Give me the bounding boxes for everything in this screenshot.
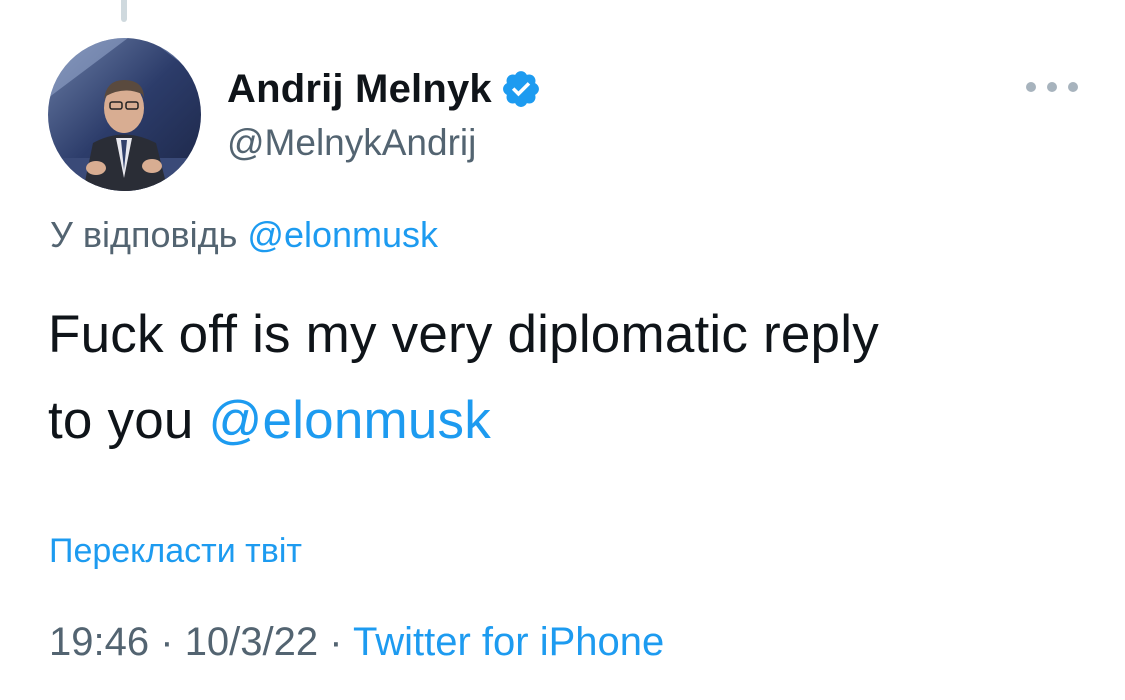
tweet-time[interactable]: 19:46 [49,620,149,664]
tweet-date[interactable]: 10/3/22 [185,620,318,664]
translate-tweet-link[interactable]: Перекласти твіт [49,532,302,571]
meta-separator: · [329,620,343,664]
author-name-row: Andrij Melnyk [227,62,542,116]
tweet-source-link[interactable]: Twitter for iPhone [353,620,664,664]
tweet-meta: 19:46 · 10/3/22 · Twitter for iPhone [49,620,664,665]
reply-context: У відповідь @elonmusk [50,214,438,256]
tweet-text: Fuck off is my very diplomatic reply to … [48,292,1088,464]
reply-mention-link[interactable]: @elonmusk [247,214,438,255]
author-display-name[interactable]: Andrij Melnyk [227,67,492,112]
verified-badge-icon [500,68,542,110]
more-dots-icon[interactable] [1026,70,1078,104]
more-dot [1047,82,1057,92]
thread-connector-line [121,0,127,22]
tweet-mention-link[interactable]: @elonmusk [209,391,491,450]
avatar-photo [48,38,201,191]
reply-prefix: У відповідь [50,214,238,255]
tweet-text-line2: to you [48,391,194,450]
more-dot [1026,82,1036,92]
tweet-text-line1: Fuck off is my very diplomatic reply [48,305,879,364]
more-dot [1068,82,1078,92]
author-handle[interactable]: @MelnykAndrij [227,122,476,164]
meta-separator: · [160,620,174,664]
avatar[interactable] [48,38,201,191]
